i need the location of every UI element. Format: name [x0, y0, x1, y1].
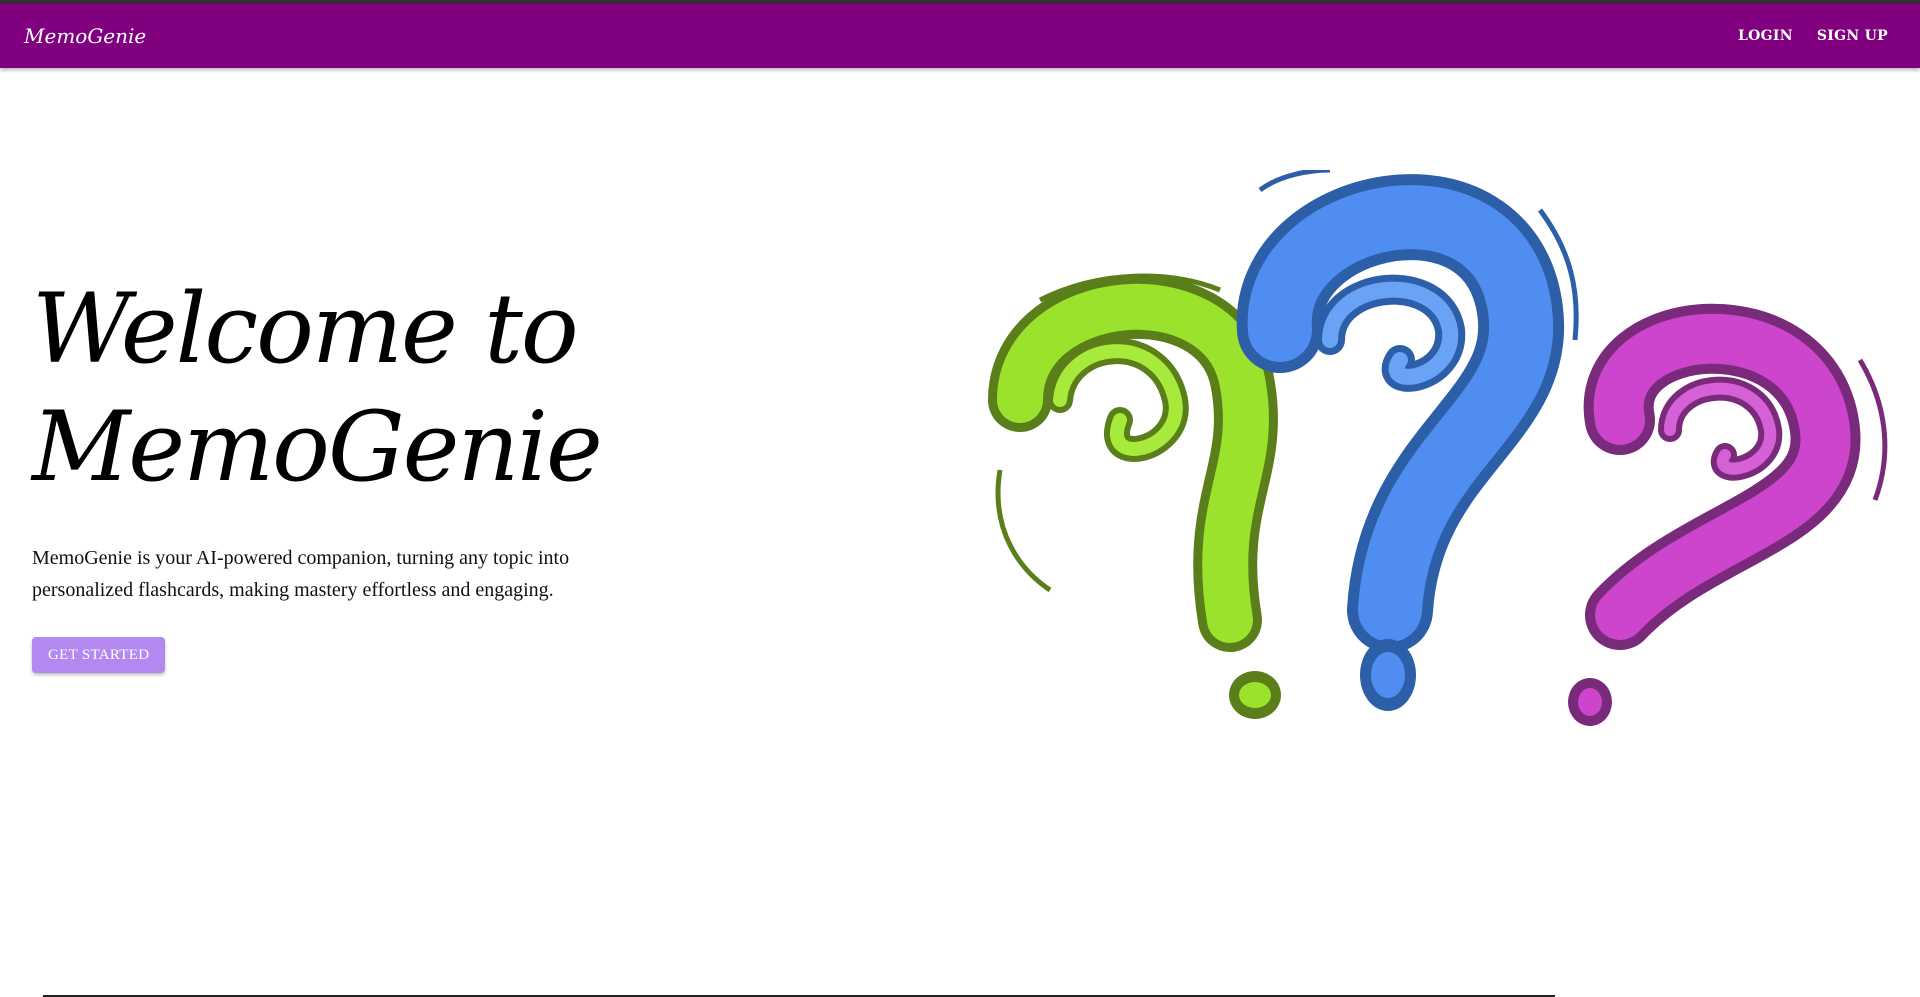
- question-marks-illustration: [980, 167, 1900, 760]
- get-started-button[interactable]: GET STARTED: [32, 637, 166, 673]
- hero-title-line1: Welcome to: [32, 273, 579, 385]
- hero-section: Welcome to MemoGenie MemoGenie is your A…: [32, 270, 752, 673]
- hero-title-line2: MemoGenie: [32, 391, 603, 503]
- blue-question-mark-icon: [1236, 167, 1579, 711]
- green-question-mark-icon: [988, 273, 1281, 719]
- magenta-question-mark-icon: [1568, 303, 1888, 726]
- signup-button[interactable]: SIGN UP: [1809, 22, 1896, 50]
- hero-title: Welcome to MemoGenie: [32, 270, 752, 506]
- top-nav: LOGIN SIGN UP: [1730, 22, 1896, 50]
- hero-description: MemoGenie is your AI-powered companion, …: [32, 547, 570, 601]
- app-bar: MemoGenie LOGIN SIGN UP: [0, 4, 1920, 68]
- brand-logo[interactable]: MemoGenie: [24, 24, 146, 48]
- login-button[interactable]: LOGIN: [1730, 22, 1801, 50]
